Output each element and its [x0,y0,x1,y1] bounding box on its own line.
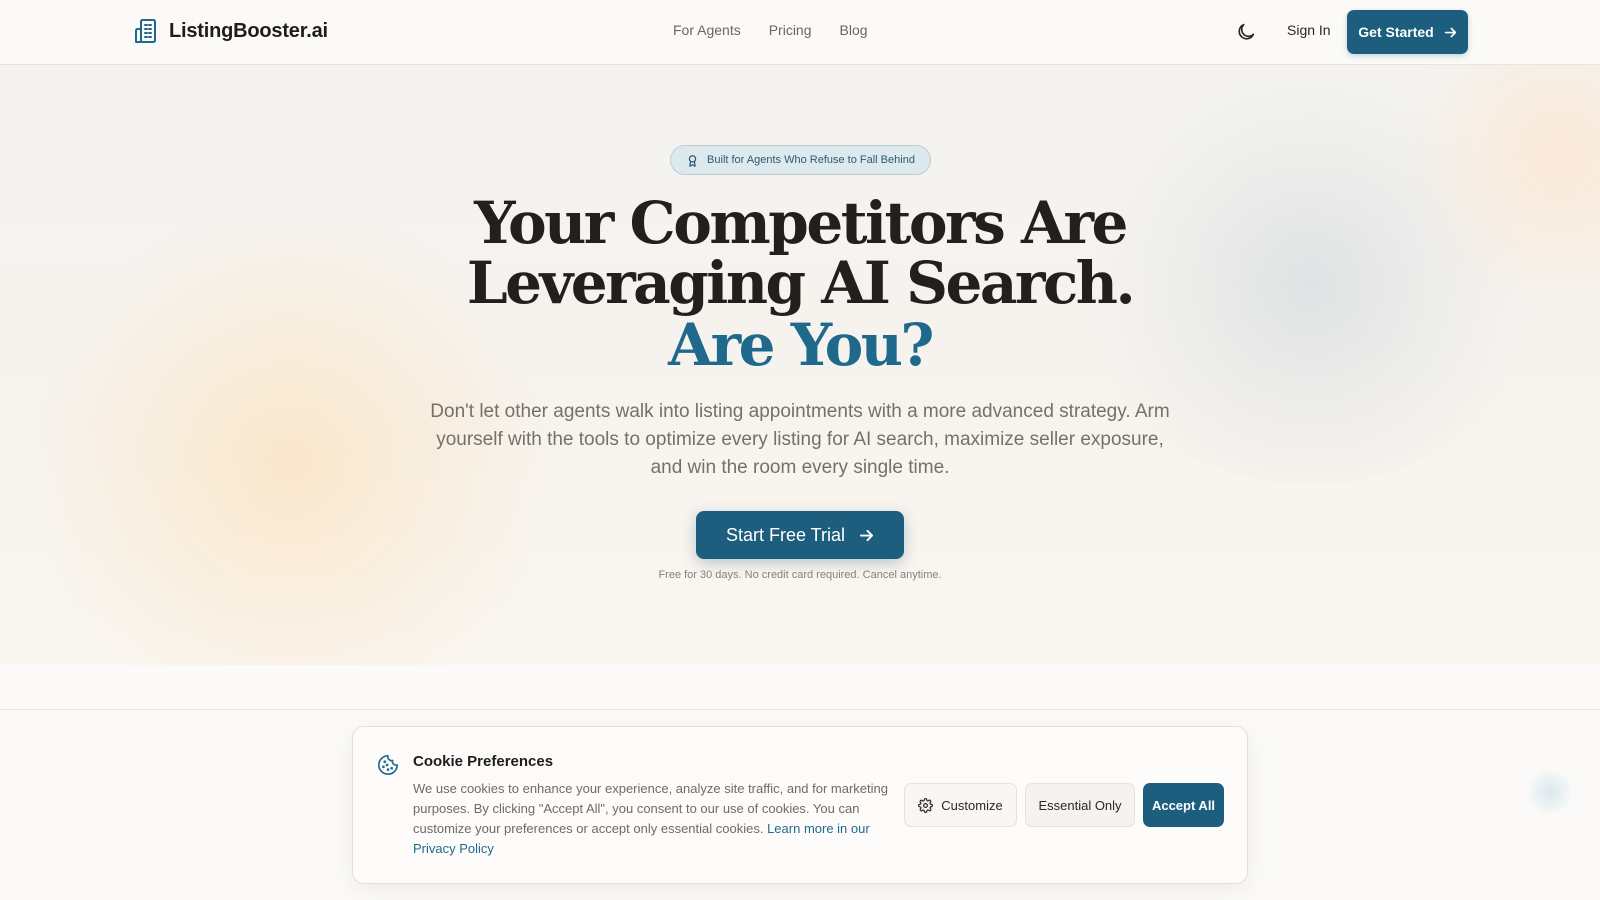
gear-icon [918,797,934,813]
moon-icon [1238,23,1255,40]
get-started-button[interactable]: Get Started [1347,10,1468,54]
main-nav: For Agents Pricing Blog [673,22,868,38]
headline-line-2: Leveraging AI Search. [466,249,1136,317]
chat-bubble-icon[interactable] [1528,770,1572,814]
essential-only-button[interactable]: Essential Only [1025,783,1135,827]
theme-toggle-button[interactable] [1235,21,1257,43]
brand-logo[interactable]: ListingBooster.ai [132,17,328,45]
start-free-trial-label: Start Free Trial [725,524,846,545]
arrow-right-icon [1444,27,1456,37]
customize-label: Customize [941,797,1003,813]
building-icon [135,19,156,43]
trial-note: Free for 30 days. No credit card require… [658,569,942,581]
site-header: ListingBooster.ai For Agents Pricing Blo… [0,0,1600,65]
hero-headline: Your Competitors Are Leveraging AI Searc… [0,193,1600,375]
cookie-title: Cookie Preferences [413,753,554,770]
hero-subheading: Don't let other agents walk into listing… [430,401,1170,478]
headline-line-1: Your Competitors Are [474,189,1128,257]
get-started-label: Get Started [1358,24,1434,40]
nav-blog[interactable]: Blog [840,22,868,38]
arrow-right-icon [859,529,874,541]
hero-badge: Built for Agents Who Refuse to Fall Behi… [670,145,931,175]
hero-badge-text: Built for Agents Who Refuse to Fall Behi… [707,154,915,166]
headline-accent: Are You? [668,311,934,379]
cookie-banner: Cookie Preferences We use cookies to enh… [352,726,1248,884]
hero-section: Built for Agents Who Refuse to Fall Behi… [0,65,1600,665]
section-divider [0,709,1600,710]
customize-button[interactable]: Customize [904,783,1017,827]
award-icon [688,154,697,167]
cookie-description: We use cookies to enhance your experienc… [413,779,891,859]
nav-for-agents[interactable]: For Agents [673,22,741,38]
brand-name: ListingBooster.ai [169,19,328,42]
start-free-trial-button[interactable]: Start Free Trial [696,511,904,559]
sign-in-link[interactable]: Sign In [1287,22,1331,38]
cookie-icon [378,755,398,775]
accept-all-button[interactable]: Accept All [1143,783,1224,827]
nav-pricing[interactable]: Pricing [769,22,812,38]
